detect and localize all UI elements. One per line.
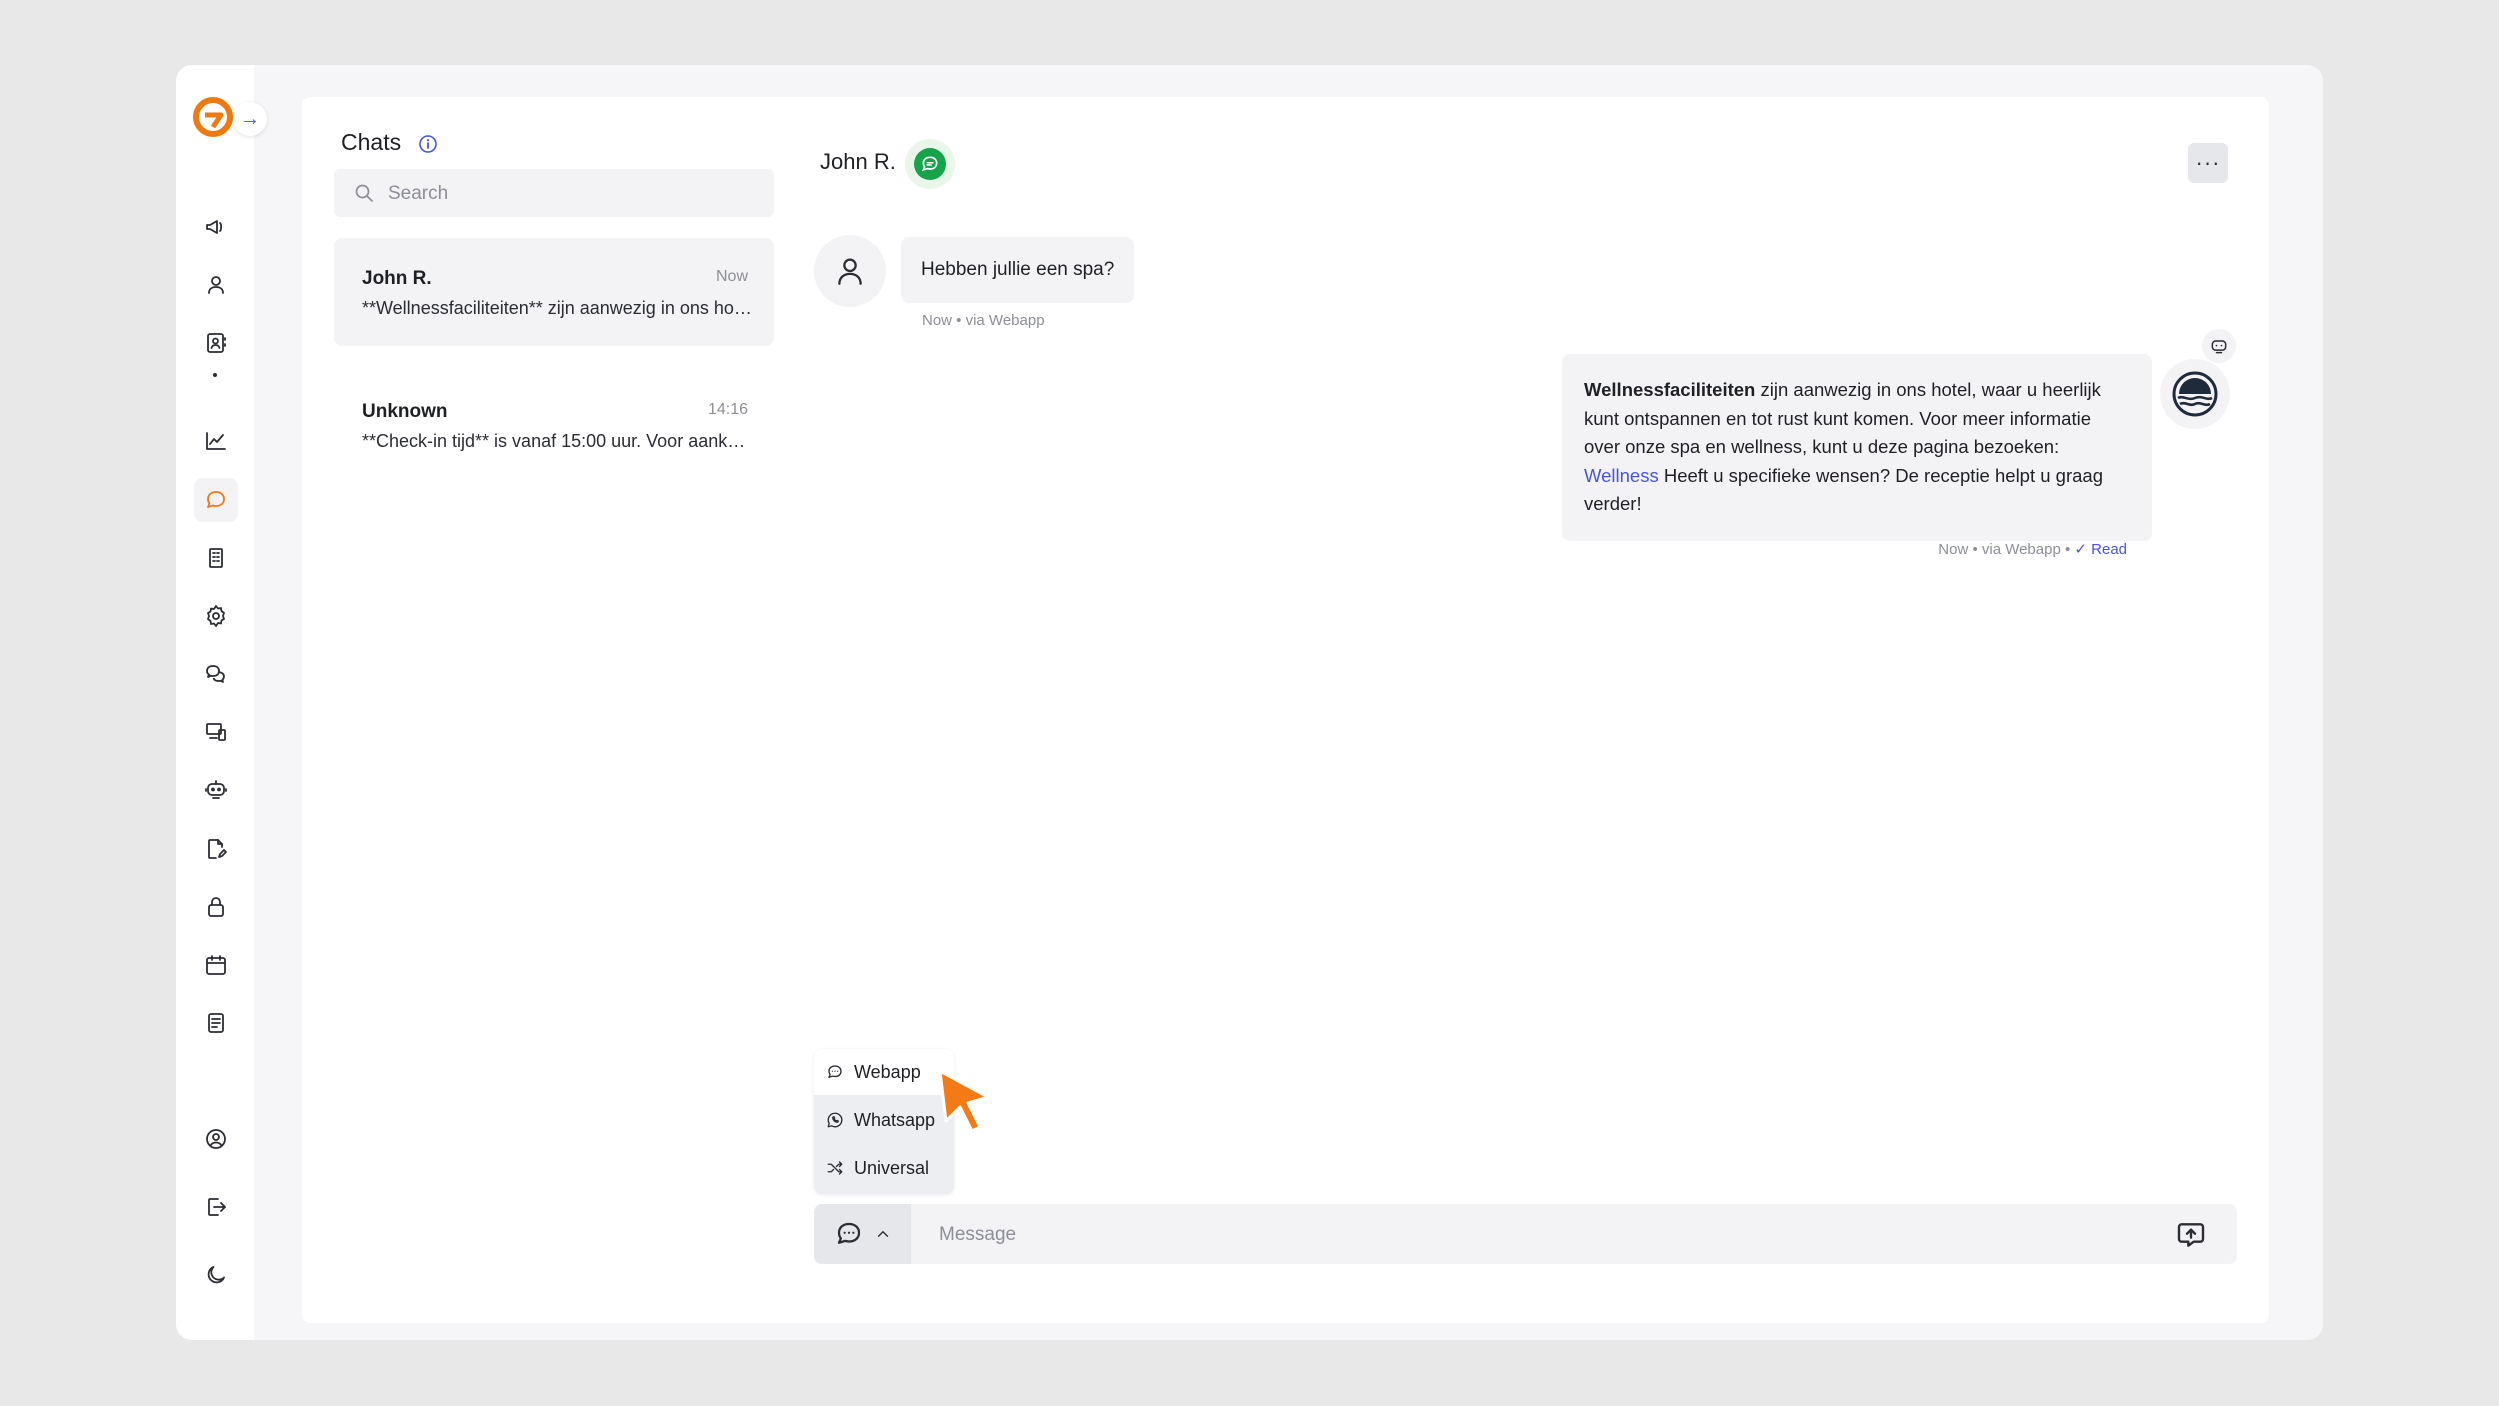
sidebar-item-notes[interactable]	[194, 1001, 238, 1045]
chat-list-item[interactable]: Unknown 14:16 **Check-in tijd** is vanaf…	[334, 371, 774, 479]
sidebar-item-contacts[interactable]	[194, 321, 238, 365]
messages-icon	[206, 665, 225, 683]
message-composer	[814, 1204, 2237, 1266]
sidebar-item-devices[interactable]	[194, 710, 238, 754]
dark-mode-toggle[interactable]	[194, 1253, 238, 1297]
sidebar-item-settings[interactable]	[194, 594, 238, 638]
megaphone-icon	[206, 220, 223, 234]
incoming-message: Hebben jullie een spa?	[901, 237, 1135, 303]
sidebar-item-analytics[interactable]	[194, 419, 238, 463]
outgoing-message: Wellnessfaciliteiten zijn aanwezig in on…	[1562, 354, 2152, 541]
account-circle-icon	[206, 1129, 226, 1149]
logout-icon	[208, 1198, 226, 1216]
chat-bubble-icon	[207, 491, 225, 508]
message-meta: Now • via Webapp • ✓ Read	[1938, 540, 2127, 558]
devices-icon	[206, 723, 226, 741]
sidebar-item-conversations[interactable]	[194, 652, 238, 696]
avatar	[814, 235, 886, 307]
notes-icon	[208, 1013, 224, 1033]
bot-icon	[2211, 340, 2227, 354]
chat-bubble-icon	[837, 1222, 860, 1244]
sidebar-item-logout[interactable]	[194, 1185, 238, 1229]
arrow-right-icon: →	[240, 107, 260, 130]
chat-time: Now	[715, 268, 748, 285]
message-meta: Now • via Webapp	[922, 312, 1045, 329]
chat-bubble-icon	[828, 1065, 842, 1078]
gear-icon	[207, 605, 225, 627]
message-bold-text: Wellnessfaciliteiten	[1584, 379, 1756, 400]
chart-line-icon	[206, 432, 226, 450]
send-button[interactable]	[2174, 1218, 2208, 1252]
sidebar-item-bot[interactable]	[194, 768, 238, 812]
message-text: Heeft u specifieke wensen? De receptie h…	[1584, 464, 2103, 515]
expand-sidebar-button[interactable]: →	[233, 102, 267, 136]
contacts-icon	[207, 333, 226, 353]
hotel-avatar	[2160, 359, 2230, 429]
moon-icon	[207, 1266, 225, 1284]
chevron-up-icon	[877, 1231, 888, 1237]
search-box	[334, 169, 774, 219]
separator-dot	[213, 373, 217, 377]
chat-list-item[interactable]: John R. Now **Wellnessfaciliteiten** zij…	[334, 238, 774, 346]
sidebar-item-chats[interactable]	[194, 478, 238, 522]
bot-icon	[205, 780, 227, 799]
read-status: Read	[2091, 541, 2127, 558]
user-icon	[838, 258, 862, 285]
document-edit-icon	[208, 839, 227, 859]
channel-option-webapp[interactable]: Webapp	[814, 1049, 954, 1095]
hotel-logo-icon	[2172, 371, 2218, 417]
more-options-button[interactable]: ···	[2188, 143, 2228, 183]
search-icon	[355, 184, 373, 202]
check-icon: ✓	[2074, 541, 2087, 558]
bot-indicator	[2202, 329, 2236, 363]
main-card: Chats John R. Now **Wellnessfaciliteiten…	[302, 97, 2269, 1323]
mouse-cursor-icon	[938, 1069, 990, 1133]
channel-option-universal[interactable]: Universal	[814, 1145, 954, 1191]
lock-icon	[208, 897, 224, 917]
calendar-icon	[206, 955, 226, 975]
chats-title: Chats	[341, 129, 402, 155]
chat-preview: **Wellnessfaciliteiten** zijn aanwezig i…	[362, 298, 752, 318]
shuffle-icon	[827, 1161, 843, 1175]
whatsapp-icon	[827, 1112, 843, 1128]
channel-badge	[905, 139, 955, 189]
chat-time: 14:16	[707, 401, 748, 418]
wellness-link[interactable]: Wellness	[1584, 465, 1659, 486]
sidebar-item-forms[interactable]	[194, 827, 238, 871]
message-input[interactable]	[937, 1204, 2141, 1266]
menu-item-label: Whatsapp	[854, 1109, 936, 1130]
sidebar-item-hotel[interactable]	[194, 536, 238, 580]
sidebar: →	[176, 65, 267, 1340]
channel-option-whatsapp[interactable]: Whatsapp	[814, 1097, 954, 1143]
app-window: → Chats Search John R. Now **Wellnessfac…	[176, 65, 2323, 1340]
ellipsis-icon: ···	[2195, 150, 2221, 175]
channel-selector-button[interactable]	[814, 1204, 911, 1264]
chat-preview: **Check-in tijd** is vanaf 15:00 uur. Vo…	[362, 431, 752, 451]
send-icon	[2177, 1223, 2205, 1247]
logo-icon[interactable]	[191, 95, 235, 139]
sidebar-item-users[interactable]	[194, 263, 238, 307]
building-icon	[209, 548, 223, 568]
sidebar-item-calendar[interactable]	[194, 943, 238, 987]
info-icon[interactable]	[418, 134, 438, 154]
sidebar-item-account[interactable]	[194, 1117, 238, 1161]
chat-bubble-icon	[921, 156, 938, 172]
user-icon	[208, 276, 224, 294]
sidebar-item-security[interactable]	[194, 885, 238, 929]
menu-item-label: Webapp	[854, 1061, 921, 1082]
sidebar-item-campaigns[interactable]	[194, 205, 238, 249]
channel-menu: Webapp Whatsapp Universal	[814, 1049, 954, 1194]
search-input[interactable]	[386, 169, 760, 219]
conversation-title: John R.	[820, 149, 896, 174]
chat-name: John R.	[362, 268, 432, 289]
chat-name: Unknown	[362, 401, 448, 422]
message-meta-text: Now • via Webapp •	[1938, 541, 2071, 558]
menu-item-label: Universal	[854, 1157, 930, 1178]
